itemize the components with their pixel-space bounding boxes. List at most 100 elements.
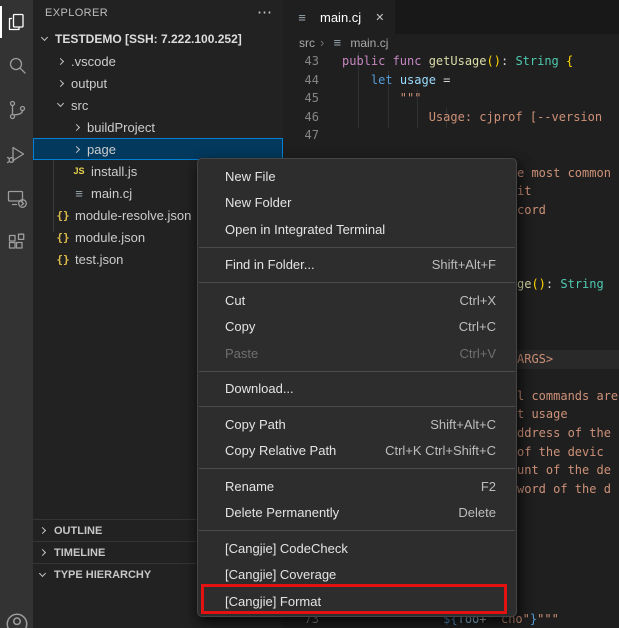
tree-item-label: buildProject (87, 120, 155, 135)
menu-item-label: [Cangjie] Coverage (225, 567, 336, 582)
menu-item-label: Copy (225, 319, 255, 334)
tree-item-buildproject[interactable]: buildProject (33, 116, 283, 138)
chevron-down-icon (57, 100, 64, 107)
vscode-window: EXPLORER ⋯ TESTDEMO [SSH: 7.222.100.252]… (0, 0, 619, 628)
context-menu: New File New Folder Open in Integrated Ter… (197, 158, 517, 617)
menu-item-delete-permanently[interactable]: Delete Permanently Delete (198, 500, 516, 527)
menu-separator (199, 371, 515, 372)
menu-item-shortcut: F2 (481, 479, 496, 494)
menu-item-copy-path[interactable]: Copy PathShift+Alt+C (198, 411, 516, 438)
line-number: 44 (283, 71, 319, 90)
cj-file-icon: ≡ (329, 35, 345, 50)
menu-item-new-folder[interactable]: New Folder (198, 190, 516, 217)
menu-item-new-file[interactable]: New File (198, 163, 516, 190)
tab-main-cj[interactable]: ≡ main.cj ✕ (283, 0, 395, 34)
breadcrumb: src›≡main.cj (283, 34, 619, 51)
menu-item-cangjie-codecheck[interactable]: [Cangjie] CodeCheck (198, 535, 516, 562)
tree-item-label: TESTDEMO [SSH: 7.222.100.252] (55, 32, 242, 46)
tree-item-label: src (71, 98, 88, 113)
menu-item-label: New Folder (225, 195, 291, 210)
menu-item-label: Cut (225, 293, 245, 308)
line-number: 46 (283, 108, 319, 127)
section-label: TYPE HIERARCHY (54, 569, 151, 581)
code-fragment-line-66: word of the d (517, 480, 611, 499)
tree-item-label: main.cj (91, 186, 132, 201)
code-line-46: 46 Usage: cjprof [--version (283, 108, 619, 127)
js-file-icon: JS (71, 166, 87, 176)
menu-item-label: Download... (225, 381, 294, 396)
activity-files-icon[interactable] (0, 0, 33, 44)
activity-remote-explorer-icon[interactable] (0, 176, 33, 220)
menu-item-copy[interactable]: CopyCtrl+C (198, 314, 516, 341)
chevron-right-icon (39, 549, 46, 556)
tree-item-label: output (71, 76, 107, 91)
tree-item-label: test.json (75, 252, 123, 267)
tree-item-label: page (87, 142, 116, 157)
tree-item-label: .vscode (71, 54, 116, 69)
menu-item-open-in-integrated-terminal[interactable]: Open in Integrated Terminal (198, 216, 516, 243)
tree-item-src[interactable]: src (33, 94, 283, 116)
menu-item-label: Find in Folder... (225, 257, 315, 272)
section-label: TIMELINE (54, 547, 105, 559)
menu-item-shortcut: Delete (458, 505, 496, 520)
more-actions-icon[interactable]: ⋯ (257, 8, 273, 18)
activity-run-debug-icon[interactable] (0, 132, 33, 176)
menu-item-paste: Paste Ctrl+V (198, 340, 516, 367)
close-icon[interactable]: ✕ (375, 11, 384, 24)
menu-item-label: Paste (225, 346, 258, 361)
menu-item-label: Copy Path (225, 417, 286, 432)
section-label: OUTLINE (54, 525, 102, 537)
cj-file-icon: ≡ (71, 186, 87, 201)
cj-file-icon: ≡ (294, 10, 310, 25)
menu-item-copy-relative-path[interactable]: Copy Relative Path Ctrl+K Ctrl+Shift+C (198, 438, 516, 465)
account-icon[interactable] (0, 607, 33, 628)
breadcrumb-item[interactable]: src (299, 36, 315, 50)
menu-item-cut[interactable]: CutCtrl+X (198, 287, 516, 314)
activity-bar (0, 0, 33, 628)
tree-item-page[interactable]: page (33, 138, 283, 160)
code-fragment-line-61: l commands are (517, 387, 618, 406)
activity-search-icon[interactable] (0, 44, 33, 88)
menu-item-rename[interactable]: Rename F2 (198, 473, 516, 500)
tree-item-.vscode[interactable]: .vscode (33, 50, 283, 72)
code-line-47: 47 (283, 126, 619, 145)
annotation-box (201, 584, 507, 614)
menu-item-find-in-folder[interactable]: Find in Folder... Shift+Alt+F (198, 252, 516, 279)
menu-item-label: [Cangjie] CodeCheck (225, 541, 348, 556)
menu-item-download[interactable]: Download... (198, 376, 516, 403)
activity-extensions-icon[interactable] (0, 220, 33, 264)
menu-item-label: Rename (225, 479, 274, 494)
chevron-right-icon (73, 123, 80, 130)
code-fragment-line-62: t usage (517, 405, 568, 424)
tree-item-testdemo-ssh-7.222.100.252-[interactable]: TESTDEMO [SSH: 7.222.100.252] (33, 28, 283, 50)
menu-separator (199, 247, 515, 248)
menu-item-label: New File (225, 169, 276, 184)
code-fragment-line-55: ge(): String (517, 275, 604, 294)
code-fragment-line-64: of the devic (517, 443, 604, 462)
menu-item-shortcut: Shift+Alt+F (432, 257, 496, 272)
sidebar-title: EXPLORER (45, 7, 108, 19)
chevron-right-icon (57, 79, 64, 86)
menu-item-shortcut: Ctrl+K Ctrl+Shift+C (385, 443, 496, 458)
menu-item-shortcut: Ctrl+V (460, 346, 496, 361)
json-file-icon: {} (55, 253, 71, 266)
tree-item-label: module.json (75, 230, 145, 245)
tree-item-label: install.js (91, 164, 137, 179)
tab-bar: ≡ main.cj ✕ (283, 0, 619, 34)
code-fragment-line-65: unt of the de (517, 461, 611, 480)
activity-source-control-icon[interactable] (0, 88, 33, 132)
line-number: 47 (283, 126, 319, 145)
tree-item-output[interactable]: output (33, 72, 283, 94)
tree-item-label: module-resolve.json (75, 208, 191, 223)
breadcrumb-item[interactable]: main.cj (350, 36, 388, 50)
json-file-icon: {} (55, 231, 71, 244)
chevron-right-icon (57, 57, 64, 64)
chevron-down-icon (39, 569, 46, 576)
line-number: 43 (283, 52, 319, 71)
chevron-down-icon (41, 34, 48, 41)
code-line-44: 44 let usage = (283, 71, 619, 90)
menu-item-label: Copy Relative Path (225, 443, 336, 458)
code-line-45: 45 """ (283, 89, 619, 108)
chevron-right-icon (39, 527, 46, 534)
menu-item-label: Delete Permanently (225, 505, 339, 520)
